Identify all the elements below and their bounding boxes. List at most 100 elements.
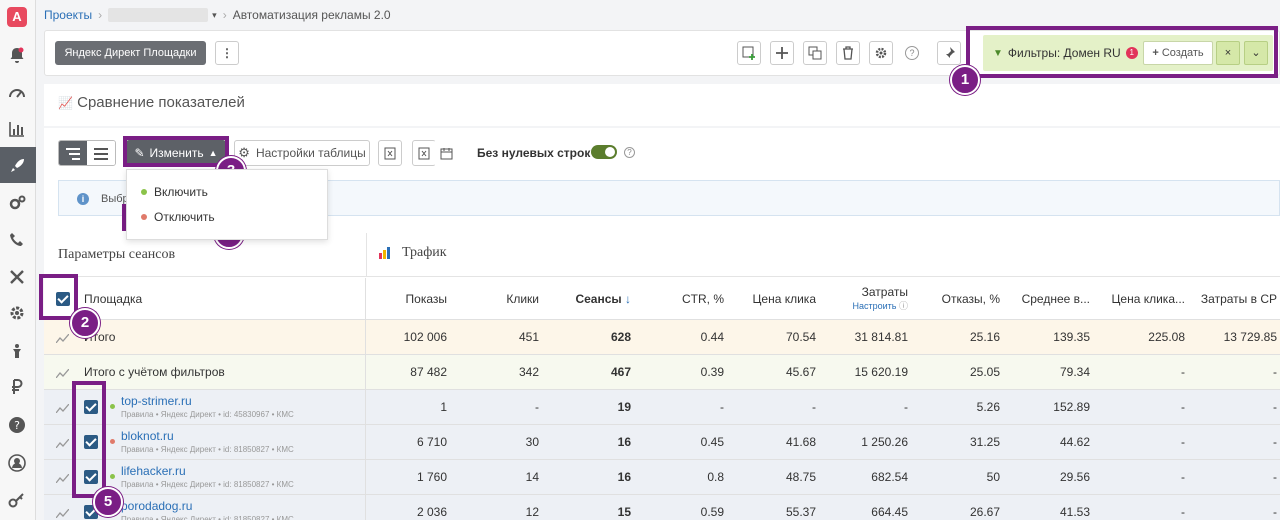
app-logo[interactable]: A: [7, 7, 27, 27]
calendar-button[interactable]: [434, 140, 458, 166]
header-cpc2[interactable]: Цена клика...: [1090, 278, 1185, 320]
cell-clicks: 12: [525, 505, 539, 519]
row-chart-icon[interactable]: [56, 509, 69, 518]
total-label: Итого: [84, 330, 116, 344]
site-meta: Правила • Яндекс Директ • id: 81850827 •…: [121, 515, 294, 520]
row-chart-icon[interactable]: [56, 369, 69, 378]
header-avg[interactable]: Среднее в...: [1000, 278, 1090, 320]
cell-ctr: -: [720, 400, 724, 414]
flat-view-button[interactable]: [87, 141, 115, 165]
cell-sessions: 16: [617, 470, 631, 484]
key-icon[interactable]: [6, 489, 28, 511]
edit-dropdown-menu: Включить Отключить: [126, 169, 328, 240]
table-settings-button[interactable]: ⚙ Настройки таблицы: [234, 140, 370, 166]
header-cpc[interactable]: Цена клика: [724, 278, 816, 320]
help-icon[interactable]: ?: [624, 147, 635, 158]
annotation-marker-5: 5: [93, 487, 123, 517]
page-title: 📈 Сравнение показателей: [58, 94, 245, 111]
header-cost-cp[interactable]: Затраты в СР: [1185, 278, 1277, 320]
pin-button[interactable]: [937, 41, 961, 65]
gauge-icon[interactable]: [6, 82, 28, 104]
header-clicks[interactable]: Клики: [447, 278, 539, 320]
cell-ctr: 0.45: [700, 435, 724, 449]
site-link[interactable]: top-strimer.ru: [121, 393, 192, 409]
phone-icon[interactable]: [6, 229, 28, 251]
bar-chart-icon[interactable]: [6, 118, 28, 140]
annotation-box-3: [123, 136, 229, 167]
header-cost-configure[interactable]: Настроить ⓘ: [816, 299, 908, 313]
source-button[interactable]: Яндекс Директ Площадки: [55, 41, 206, 65]
bell-icon[interactable]: [6, 44, 28, 66]
cell-cost-cp: -: [1273, 435, 1277, 449]
menu-item-disable[interactable]: Отключить: [141, 210, 215, 224]
cell-bounce: 25.16: [969, 330, 1000, 344]
row-chart-icon[interactable]: [56, 439, 69, 448]
site-meta: Правила • Яндекс Директ • id: 81850827 •…: [121, 480, 294, 489]
header-sessions[interactable]: Сеансы ↓: [539, 278, 631, 320]
cell-clicks: 14: [525, 470, 539, 484]
breadcrumb-separator: ›: [222, 8, 227, 22]
cell-shows: 1: [440, 400, 447, 414]
table-row: lifehacker.ru Правила • Яндекс Директ • i…: [44, 460, 1280, 495]
chevron-down-icon[interactable]: ▾: [212, 10, 217, 21]
cell-shows: 102 006: [403, 330, 447, 344]
cell-clicks: 451: [518, 330, 539, 344]
more-menu-button[interactable]: ⋮: [215, 41, 239, 65]
cell-bounce: 31.25: [969, 435, 1000, 449]
person-icon[interactable]: [6, 340, 28, 362]
view-toggle: [58, 140, 116, 166]
cell-cpc2: -: [1181, 435, 1185, 449]
add-button[interactable]: [770, 41, 794, 65]
copy-icon: [808, 46, 822, 60]
header-cost[interactable]: Затраты Настроить ⓘ: [816, 278, 908, 320]
cell-cost-cp: -: [1273, 505, 1277, 519]
svg-text:?: ?: [14, 419, 20, 432]
row-chart-icon[interactable]: [56, 474, 69, 483]
add-report-button[interactable]: [737, 41, 761, 65]
cell-bounce: 50: [986, 470, 1000, 484]
copy-button[interactable]: [803, 41, 827, 65]
help-icon[interactable]: ?: [6, 414, 28, 436]
site-meta: Правила • Яндекс Директ • id: 45830967 •…: [121, 410, 294, 419]
menu-item-enable[interactable]: Включить: [141, 185, 208, 199]
cell-cpc: 45.67: [785, 365, 816, 379]
site-link[interactable]: bloknot.ru: [121, 428, 174, 444]
site-link[interactable]: lifehacker.ru: [121, 463, 186, 479]
header-ctr[interactable]: CTR, %: [631, 278, 724, 320]
user-icon[interactable]: [6, 452, 28, 474]
gears-icon[interactable]: [6, 192, 28, 214]
ruble-icon[interactable]: [6, 376, 28, 398]
group-traffic-label: Трафик: [402, 245, 447, 260]
zero-rows-toggle[interactable]: [591, 145, 617, 159]
table-header-row: Площадка Показы Клики Сеансы ↓ CTR, % Це…: [44, 278, 1280, 320]
cell-bounce: 26.67: [969, 505, 1000, 519]
status-dot: [110, 404, 115, 409]
breadcrumb-project-redacted[interactable]: [108, 8, 209, 22]
add-document-icon: [742, 46, 755, 60]
help-icon[interactable]: ?: [905, 46, 919, 60]
annotation-box-5: [72, 381, 106, 498]
breadcrumb-separator: ›: [98, 8, 103, 22]
tools-icon[interactable]: [6, 266, 28, 288]
gear-icon[interactable]: [6, 302, 28, 324]
export-excel-period-button[interactable]: [412, 140, 436, 166]
site-link[interactable]: porodadog.ru: [121, 498, 192, 514]
configure-link[interactable]: Настроить: [852, 301, 896, 311]
export-excel-button[interactable]: [378, 140, 402, 166]
help-icon: ⓘ: [898, 301, 908, 311]
tree-view-button[interactable]: [59, 141, 87, 165]
delete-button[interactable]: [836, 41, 860, 65]
row-chart-icon[interactable]: [56, 404, 69, 413]
breadcrumb-projects[interactable]: Проекты: [44, 8, 92, 22]
row-chart-icon[interactable]: [56, 334, 69, 343]
cell-avg: 152.89: [1053, 400, 1090, 414]
cell-shows: 1 760: [416, 470, 447, 484]
header-shows[interactable]: Показы: [366, 278, 447, 320]
table-row: top-strimer.ru Правила • Яндекс Директ • …: [44, 390, 1280, 425]
status-dot: [110, 474, 115, 479]
header-bounce[interactable]: Отказы, %: [908, 278, 1000, 320]
settings-button[interactable]: [869, 41, 893, 65]
rocket-icon[interactable]: [0, 147, 36, 183]
header-site[interactable]: Площадка: [84, 278, 204, 320]
cell-avg: 29.56: [1059, 470, 1090, 484]
